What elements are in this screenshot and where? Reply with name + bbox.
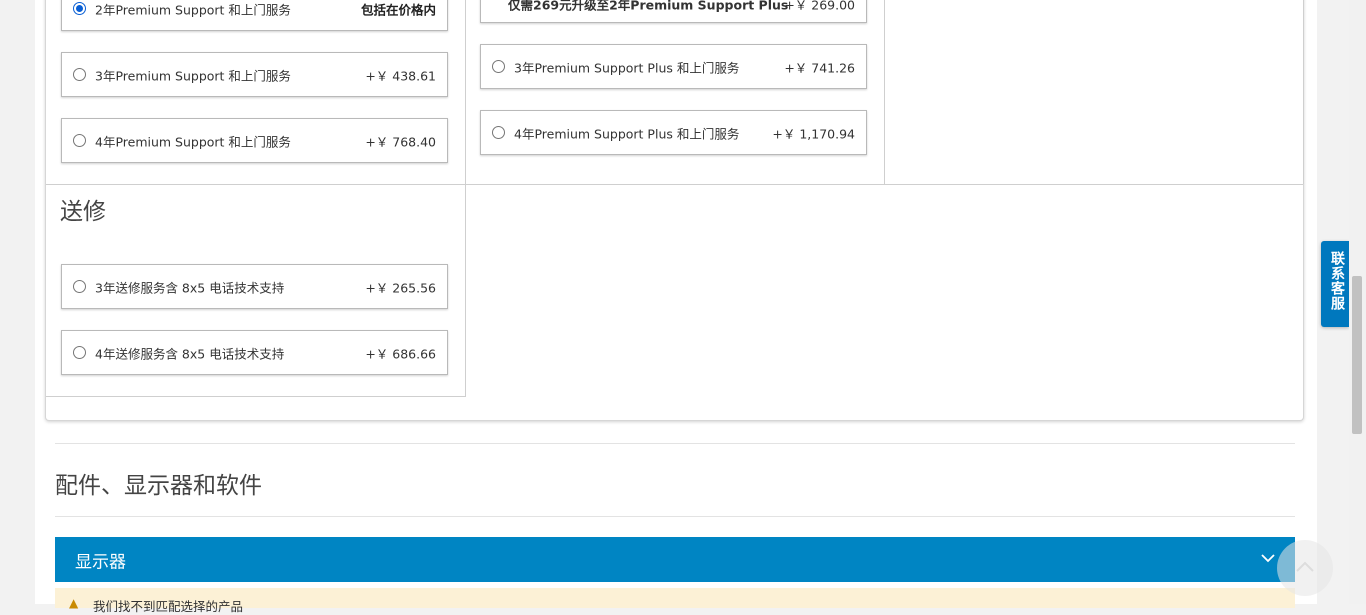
- column-divider: [465, 0, 466, 184]
- option-label: 4年Premium Support Plus 和上门服务: [514, 126, 740, 141]
- radio-icon[interactable]: [73, 133, 86, 147]
- option-price: 包括在价格内: [360, 2, 436, 18]
- column-divider: [884, 0, 885, 184]
- row-divider: [46, 184, 1303, 185]
- support-option-4yr[interactable]: 4年Premium Support 和上门服务 +￥ 768.40: [61, 118, 448, 163]
- radio-icon[interactable]: [73, 67, 86, 81]
- support-option-2yr[interactable]: 2年Premium Support 和上门服务 包括在价格内: [61, 0, 448, 31]
- option-price: +￥ 438.61: [365, 68, 436, 83]
- column-divider: [1303, 0, 1304, 184]
- section-divider: [55, 443, 1295, 444]
- accessories-section-title: 配件、显示器和软件: [55, 473, 262, 499]
- monitors-accordion-header[interactable]: 显示器: [55, 537, 1295, 582]
- scrollbar[interactable]: [1349, 0, 1366, 604]
- radio-icon[interactable]: [73, 279, 86, 293]
- option-price: +￥ 686.66: [365, 346, 436, 361]
- scrollbar-thumb[interactable]: [1352, 276, 1362, 434]
- radio-icon[interactable]: [492, 125, 505, 139]
- back-to-top-button[interactable]: [1277, 540, 1333, 596]
- support-plus-option-3yr[interactable]: 3年Premium Support Plus 和上门服务 +￥ 741.26: [480, 44, 867, 89]
- contact-support-label: 联系客服: [1329, 251, 1345, 311]
- support-plus-option-4yr[interactable]: 4年Premium Support Plus 和上门服务 +￥ 1,170.94: [480, 110, 867, 155]
- repair-section-title: 送修: [60, 199, 106, 225]
- row-divider: [46, 396, 466, 397]
- accordion-title: 显示器: [75, 552, 126, 572]
- chevron-up-icon: [1296, 561, 1314, 572]
- option-label: 3年Premium Support Plus 和上门服务: [514, 60, 740, 75]
- radio-icon[interactable]: [73, 345, 86, 359]
- option-price: +￥ 265.56: [365, 280, 436, 295]
- repair-option-3yr[interactable]: 3年送修服务含 8x5 电话技术支持 +￥ 265.56: [61, 264, 448, 309]
- contact-support-tab[interactable]: 联系客服: [1321, 241, 1349, 327]
- option-label: 2年Premium Support 和上门服务: [95, 2, 291, 18]
- warning-icon: ▲: [69, 596, 79, 610]
- option-label: 3年Premium Support 和上门服务: [95, 68, 291, 83]
- support-plus-upgrade-option[interactable]: 仅需269元升级至2年Premium Support Plus +￥ 269.0…: [480, 0, 867, 23]
- chevron-down-icon[interactable]: [1261, 551, 1275, 565]
- option-label: 4年送修服务含 8x5 电话技术支持: [95, 346, 285, 361]
- column-divider: [465, 184, 466, 396]
- warning-message: 我们找不到匹配选择的产品: [93, 599, 244, 614]
- section-divider: [55, 516, 1295, 517]
- option-label: 3年送修服务含 8x5 电话技术支持: [95, 280, 285, 295]
- radio-selected-icon[interactable]: [73, 1, 86, 15]
- option-price: +￥ 741.26: [784, 60, 855, 75]
- upgrade-promo-label: 仅需269元升级至2年Premium Support Plus: [508, 0, 789, 13]
- support-option-3yr[interactable]: 3年Premium Support 和上门服务 +￥ 438.61: [61, 52, 448, 97]
- option-price: +￥ 768.40: [365, 134, 436, 149]
- option-price: +￥ 1,170.94: [772, 126, 855, 141]
- radio-icon[interactable]: [492, 59, 505, 73]
- option-label: 4年Premium Support 和上门服务: [95, 134, 291, 149]
- option-price: +￥ 269.00: [784, 0, 855, 13]
- warning-banner: ▲ 我们找不到匹配选择的产品: [55, 588, 1295, 614]
- repair-option-4yr[interactable]: 4年送修服务含 8x5 电话技术支持 +￥ 686.66: [61, 330, 448, 375]
